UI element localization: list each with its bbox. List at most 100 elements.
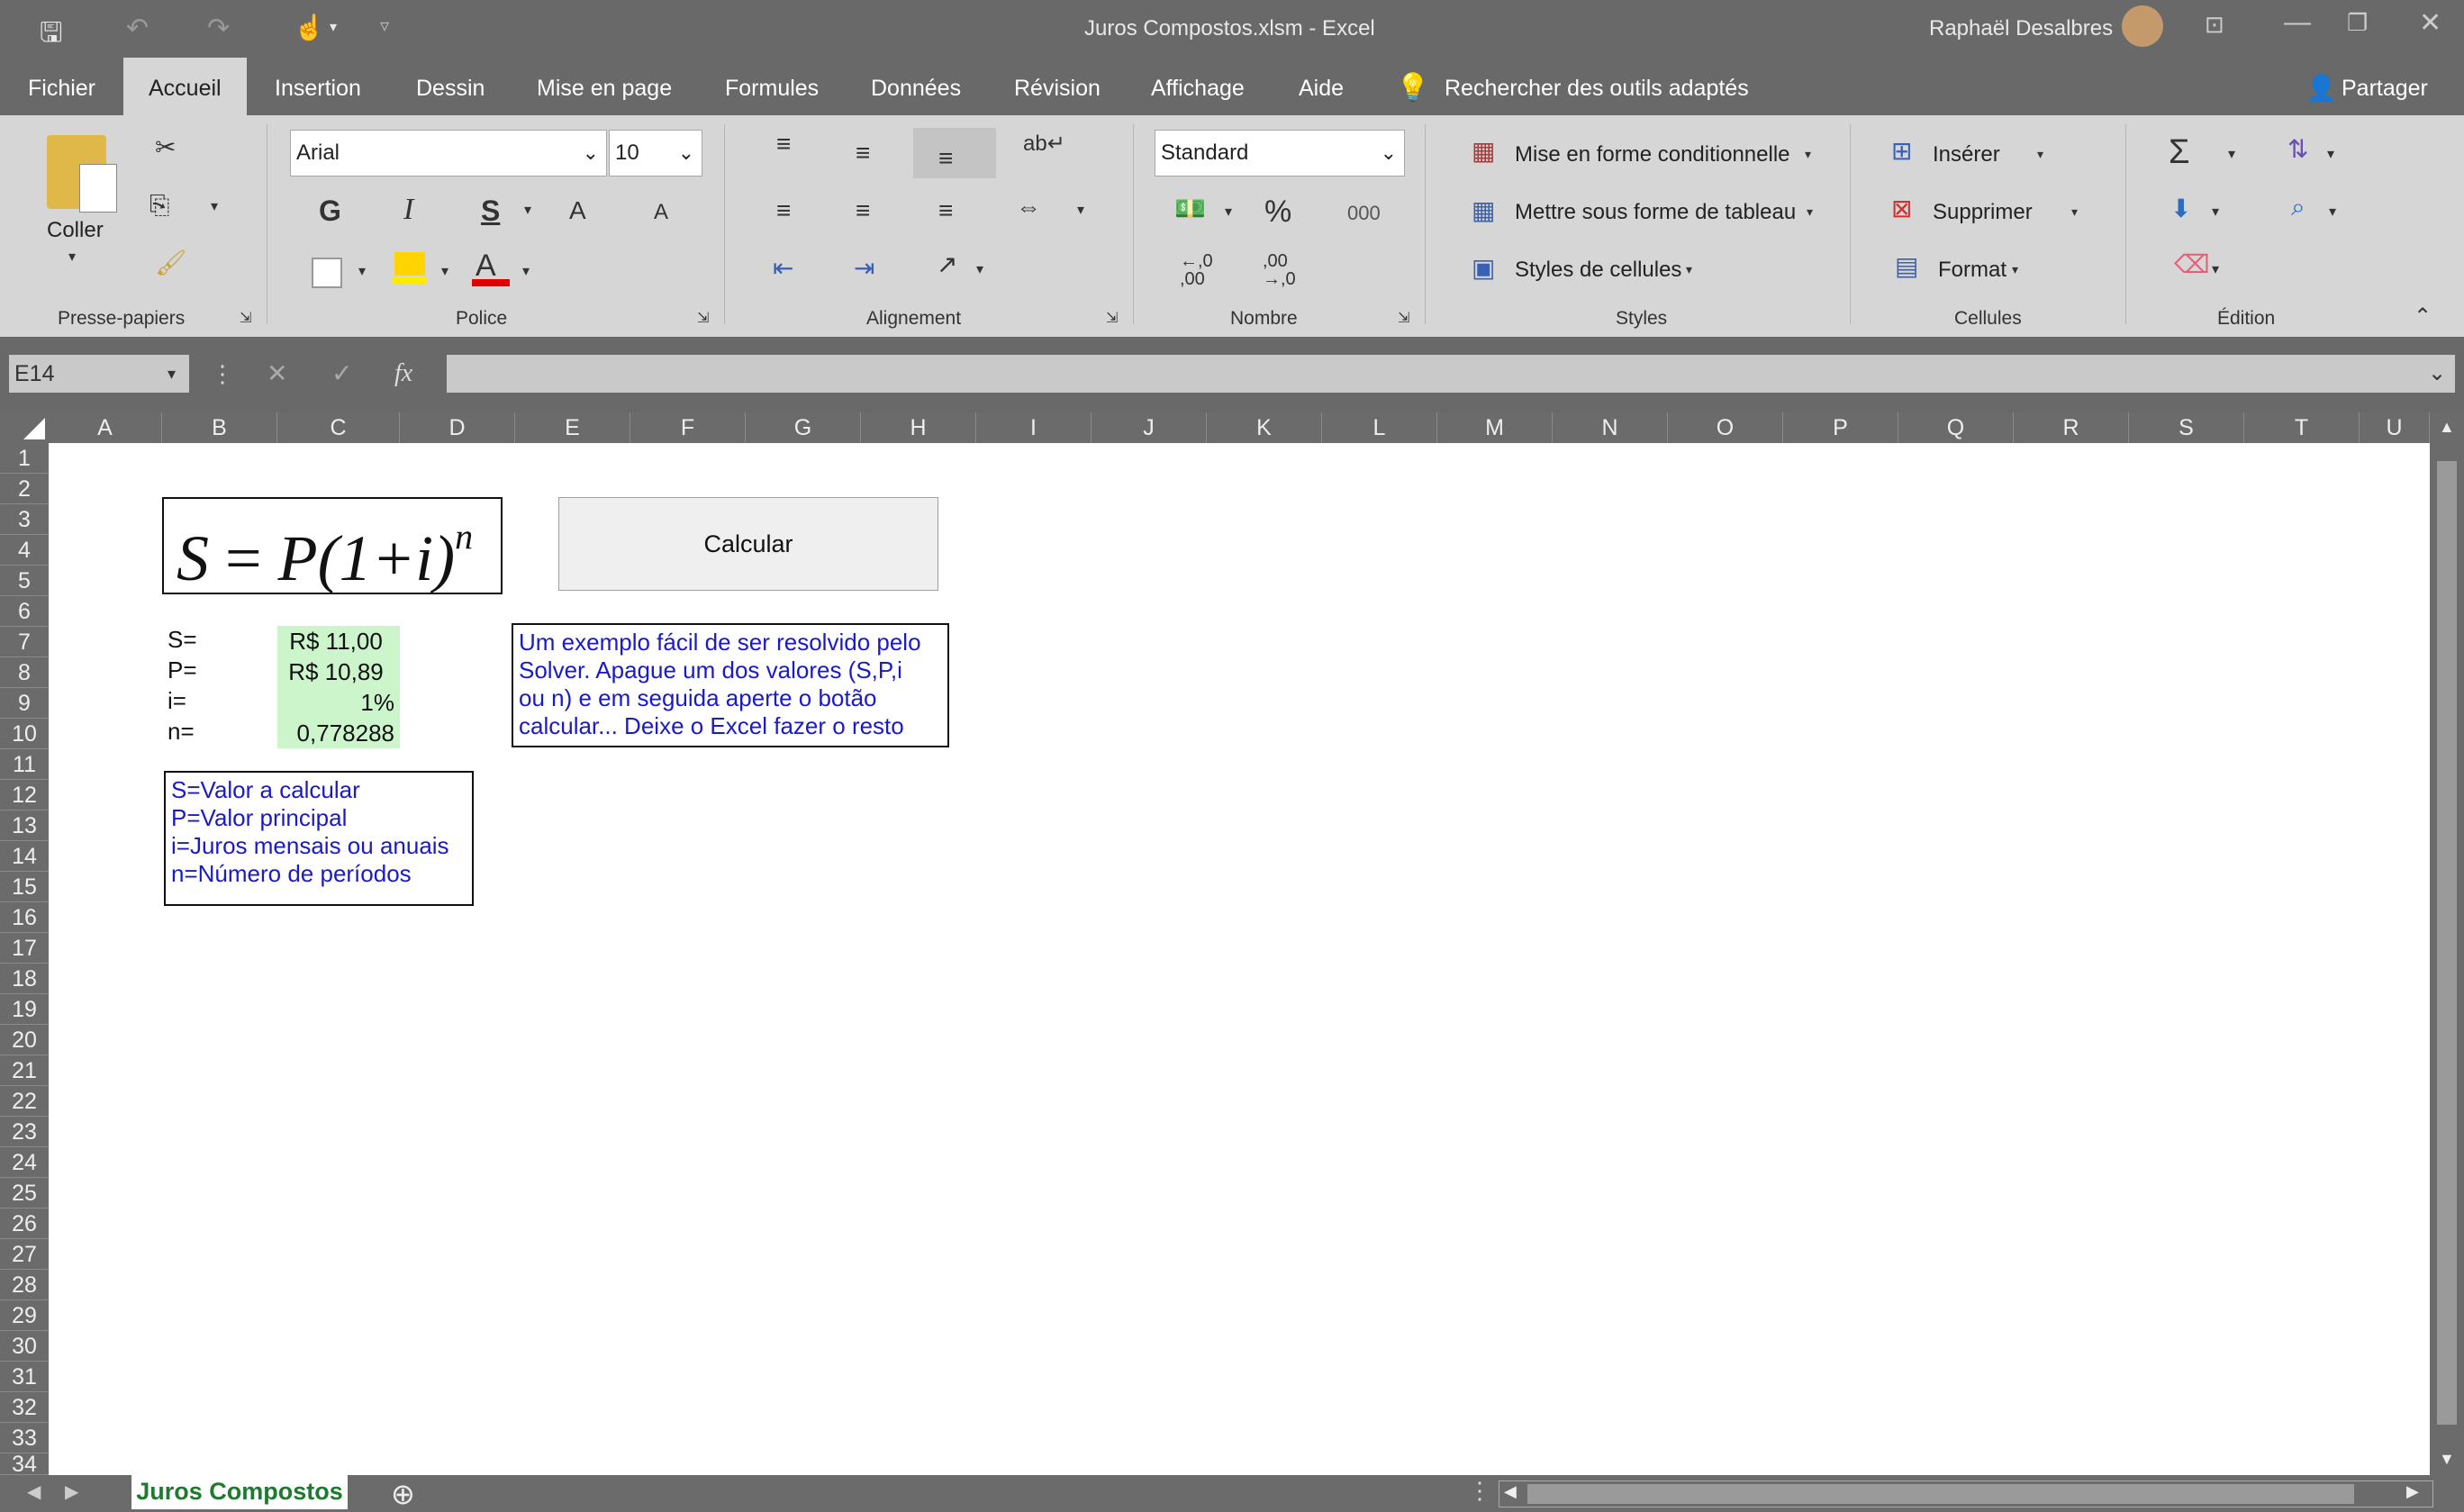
underline-button[interactable]: S: [481, 196, 500, 225]
underline-chevron-icon[interactable]: ▾: [524, 204, 531, 218]
fill-chevron-icon[interactable]: ▾: [2212, 205, 2219, 220]
row-header[interactable]: 11: [0, 749, 49, 780]
touch-mode-icon[interactable]: ☝: [294, 13, 325, 42]
scroll-right-icon[interactable]: ▶: [2406, 1482, 2419, 1501]
var-value-p[interactable]: R$ 10,89: [277, 656, 400, 687]
row-header[interactable]: 19: [0, 994, 49, 1025]
name-box-chevron-icon[interactable]: ▾: [168, 355, 176, 393]
row-header[interactable]: 15: [0, 872, 49, 902]
sort-filter-icon[interactable]: ⇅: [2287, 137, 2308, 162]
decrease-decimal-button[interactable]: ,00 →,0: [1263, 252, 1299, 288]
format-button[interactable]: Format: [1938, 258, 2007, 283]
cut-icon[interactable]: ✂: [155, 135, 176, 160]
format-chevron-icon[interactable]: ▾: [2012, 263, 2018, 276]
var-value-i[interactable]: 1%: [277, 687, 400, 718]
thousands-button[interactable]: 000: [1347, 204, 1381, 223]
tab-donnees[interactable]: Données: [871, 58, 961, 115]
row-header[interactable]: 13: [0, 810, 49, 841]
share-button[interactable]: Partager: [2342, 58, 2428, 115]
clipboard-launcher-icon[interactable]: ⇲: [240, 312, 251, 326]
tab-revision[interactable]: Révision: [1014, 58, 1101, 115]
cell-styles-chevron-icon[interactable]: ▾: [1686, 263, 1692, 276]
font-launcher-icon[interactable]: ⇲: [697, 312, 709, 326]
row-header[interactable]: 33: [0, 1423, 49, 1453]
paste-label[interactable]: Coller: [47, 218, 104, 243]
column-header[interactable]: B: [162, 412, 277, 443]
restore-icon[interactable]: ❐: [2347, 9, 2368, 37]
tab-accueil[interactable]: Accueil: [123, 58, 247, 115]
merge-chevron-icon[interactable]: ▾: [1077, 204, 1084, 218]
column-header[interactable]: N: [1553, 412, 1668, 443]
column-header[interactable]: U: [2360, 412, 2430, 443]
accounting-format-icon[interactable]: 💵: [1174, 196, 1206, 222]
name-box[interactable]: E14: [9, 355, 189, 393]
alignment-launcher-icon[interactable]: ⇲: [1106, 312, 1118, 326]
autosum-chevron-icon[interactable]: ▾: [2228, 148, 2235, 162]
row-header[interactable]: 25: [0, 1178, 49, 1209]
grow-font-button[interactable]: A: [569, 198, 586, 223]
collapse-ribbon-icon[interactable]: ⌃: [2414, 306, 2432, 328]
increase-indent-icon[interactable]: ⇥: [854, 256, 874, 281]
tab-aide[interactable]: Aide: [1299, 58, 1344, 115]
minimize-icon[interactable]: —: [2284, 7, 2311, 38]
calculate-button[interactable]: Calcular: [558, 497, 938, 591]
fill-color-chevron-icon[interactable]: ▾: [441, 265, 448, 279]
borders-icon[interactable]: [312, 258, 342, 288]
font-size-select[interactable]: 10 ⌄: [609, 130, 702, 177]
borders-chevron-icon[interactable]: ▾: [358, 265, 366, 279]
formula-image[interactable]: S = P(1+i)n: [162, 497, 503, 594]
vertical-scroll-thumb[interactable]: [2437, 461, 2457, 1425]
accounting-chevron-icon[interactable]: ▾: [1225, 205, 1232, 220]
column-header[interactable]: R: [2014, 412, 2129, 443]
row-header[interactable]: 22: [0, 1086, 49, 1117]
row-header[interactable]: 24: [0, 1147, 49, 1178]
touch-mode-chevron-icon[interactable]: ▾: [330, 18, 337, 36]
row-header[interactable]: 18: [0, 964, 49, 994]
formula-input[interactable]: [447, 355, 2455, 393]
column-header[interactable]: G: [746, 412, 861, 443]
fill-down-icon[interactable]: ⬇: [2170, 196, 2191, 222]
font-color-chevron-icon[interactable]: ▾: [522, 265, 530, 279]
column-header[interactable]: O: [1668, 412, 1783, 443]
row-header[interactable]: 27: [0, 1239, 49, 1270]
var-value-n[interactable]: 0,778288: [277, 718, 400, 748]
scroll-down-icon[interactable]: ▼: [2439, 1450, 2455, 1469]
number-launcher-icon[interactable]: ⇲: [1398, 312, 1409, 326]
next-sheet-icon[interactable]: ▶: [65, 1480, 78, 1503]
select-all-icon[interactable]: [23, 418, 45, 439]
align-right-icon[interactable]: ≡: [938, 198, 953, 223]
insert-button[interactable]: Insérer: [1933, 142, 2000, 167]
scroll-up-icon[interactable]: ▲: [2439, 418, 2455, 437]
column-header[interactable]: Q: [1898, 412, 2014, 443]
undo-icon[interactable]: ↶: [126, 13, 149, 44]
row-header[interactable]: 10: [0, 719, 49, 749]
tab-dessin[interactable]: Dessin: [416, 58, 485, 115]
insert-chevron-icon[interactable]: ▾: [2037, 148, 2043, 160]
delete-button[interactable]: Supprimer: [1933, 200, 2033, 225]
row-header[interactable]: 26: [0, 1209, 49, 1239]
column-header[interactable]: P: [1783, 412, 1898, 443]
cancel-entry-icon[interactable]: ✕: [267, 355, 287, 393]
redo-icon[interactable]: ↷: [207, 13, 230, 44]
align-middle-icon[interactable]: ≡: [856, 140, 870, 166]
row-header[interactable]: 29: [0, 1300, 49, 1331]
column-header[interactable]: E: [515, 412, 630, 443]
row-header[interactable]: 2: [0, 474, 49, 504]
column-header[interactable]: J: [1092, 412, 1207, 443]
tab-insertion[interactable]: Insertion: [275, 58, 361, 115]
row-header[interactable]: 30: [0, 1331, 49, 1362]
align-bottom-button[interactable]: [913, 128, 996, 178]
column-header[interactable]: D: [400, 412, 515, 443]
avatar[interactable]: [2122, 5, 2163, 47]
more-options-icon[interactable]: ⋮: [211, 355, 234, 393]
autosum-button[interactable]: Σ: [2169, 135, 2190, 169]
row-header[interactable]: 17: [0, 933, 49, 964]
tab-affichage[interactable]: Affichage: [1151, 58, 1245, 115]
column-header[interactable]: M: [1437, 412, 1553, 443]
tab-mise-en-page[interactable]: Mise en page: [537, 58, 672, 115]
row-header[interactable]: 28: [0, 1270, 49, 1300]
prev-sheet-icon[interactable]: ◀: [27, 1480, 41, 1503]
insert-function-button[interactable]: fx: [394, 355, 412, 393]
merge-center-icon[interactable]: ⇔: [1016, 195, 1041, 220]
wrap-text-icon[interactable]: ab↵: [1023, 133, 1065, 155]
